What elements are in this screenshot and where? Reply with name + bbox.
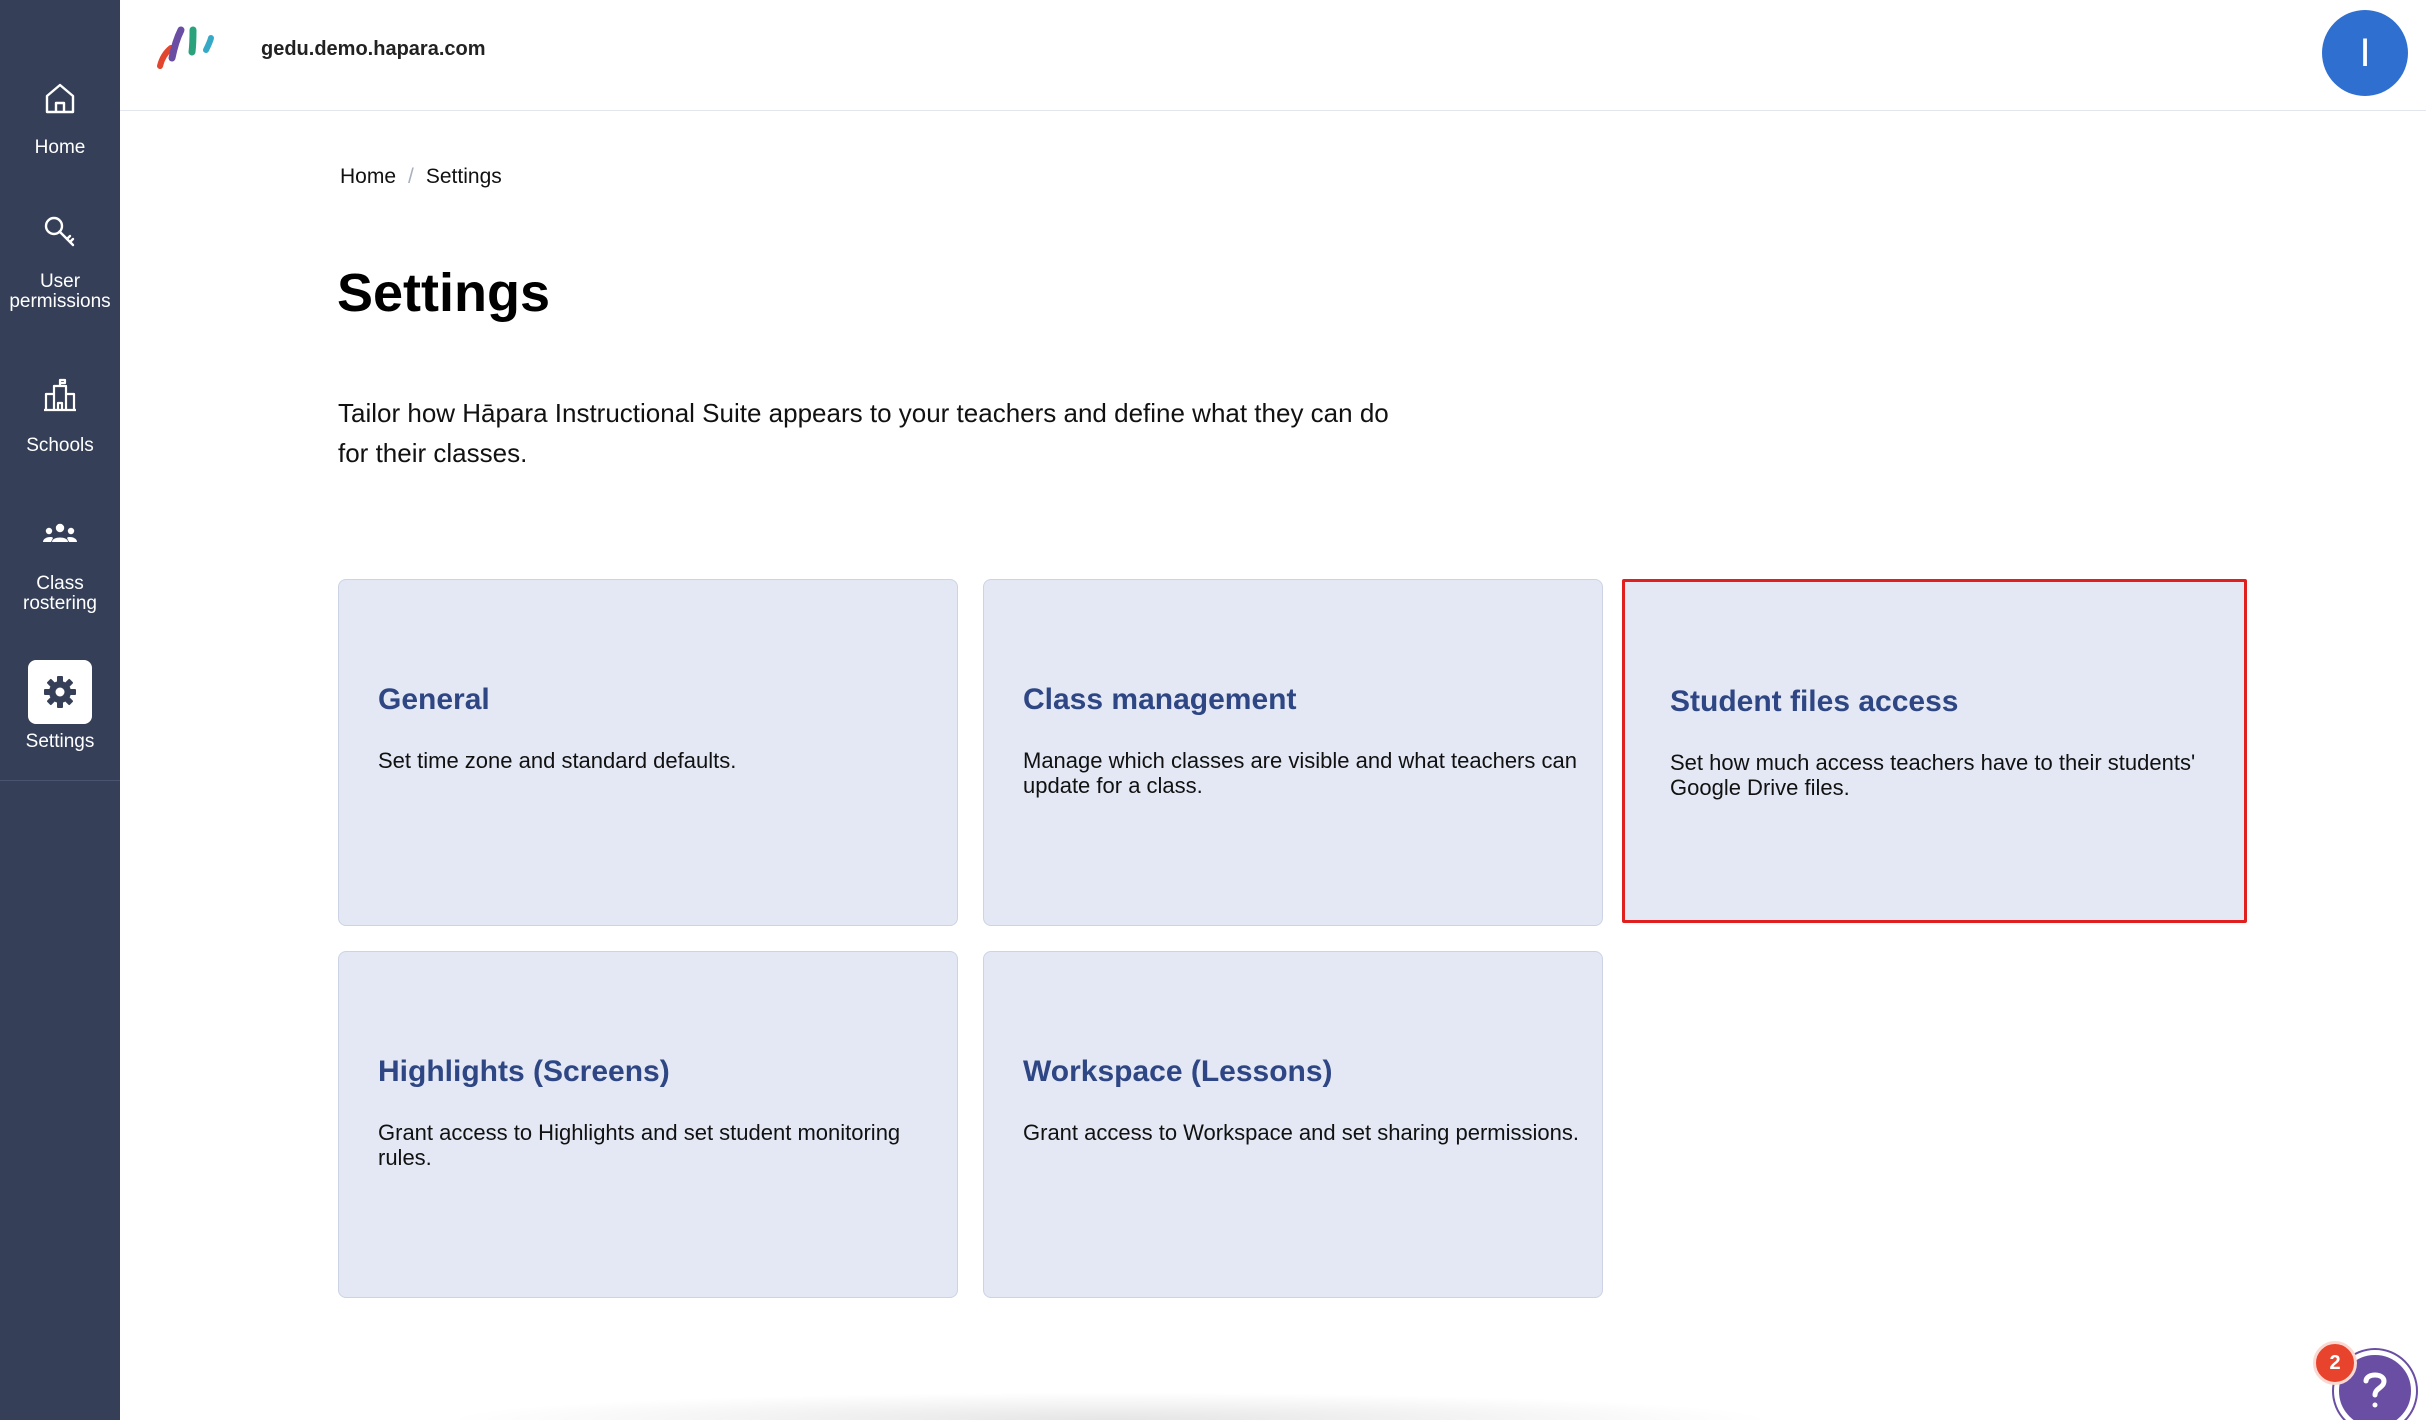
card-description: Manage which classes are visible and wha…: [1023, 748, 1577, 798]
sidebar-divider: [0, 780, 120, 781]
notification-badge: 2: [2313, 1341, 2357, 1385]
sidebar-item-user-permissions[interactable]: User permissions: [0, 200, 120, 350]
sidebar-item-label: Home: [34, 137, 86, 158]
sidebar-item-home[interactable]: Home: [0, 66, 120, 216]
card-description: Set how much access teachers have to the…: [1670, 750, 2196, 800]
people-icon: [28, 502, 92, 566]
card-title: Student files access: [1670, 685, 1959, 718]
sidebar-item-label: Class rostering: [23, 573, 97, 614]
sidebar-item-label: Schools: [26, 435, 94, 456]
gear-icon: [28, 660, 92, 724]
avatar[interactable]: I: [2322, 10, 2408, 96]
top-bar: gedu.demo.hapara.com I: [120, 0, 2426, 111]
breadcrumb-home-link[interactable]: Home: [340, 165, 396, 189]
key-icon: [28, 200, 92, 264]
home-icon: [28, 66, 92, 130]
hapara-logo[interactable]: [156, 24, 226, 70]
card-title: Highlights (Screens): [378, 1055, 670, 1088]
settings-card-highlights[interactable]: Highlights (Screens) Grant access to Hig…: [338, 951, 958, 1298]
card-description: Set time zone and standard defaults.: [378, 748, 737, 773]
sidebar-item-class-rostering[interactable]: Class rostering: [0, 502, 120, 652]
card-title: General: [378, 683, 490, 716]
breadcrumb-current: Settings: [425, 165, 502, 188]
card-description: Grant access to Workspace and set sharin…: [1023, 1120, 1579, 1145]
card-description: Grant access to Highlights and set stude…: [378, 1120, 901, 1170]
breadcrumb: Home / Settings: [340, 165, 502, 189]
card-title: Workspace (Lessons): [1023, 1055, 1333, 1088]
sidebar: Home User permissions Schools Class rost…: [0, 0, 120, 1420]
page-description: Tailor how Hāpara Instructional Suite ap…: [338, 398, 1389, 468]
school-icon: [28, 364, 92, 428]
card-title: Class management: [1023, 683, 1297, 716]
bottom-shadow: [440, 1392, 1780, 1420]
settings-card-workspace[interactable]: Workspace (Lessons) Grant access to Work…: [983, 951, 1603, 1298]
sidebar-item-settings[interactable]: Settings: [0, 660, 120, 810]
settings-card-class-management[interactable]: Class management Manage which classes ar…: [983, 579, 1603, 926]
settings-card-student-files-access[interactable]: Student files access Set how much access…: [1622, 579, 2247, 923]
sidebar-item-label: User permissions: [9, 271, 111, 312]
settings-card-general[interactable]: General Set time zone and standard defau…: [338, 579, 958, 926]
sidebar-item-schools[interactable]: Schools: [0, 364, 120, 514]
breadcrumb-separator: /: [408, 165, 414, 188]
page-title: Settings: [337, 263, 551, 323]
domain-label: gedu.demo.hapara.com: [261, 38, 486, 60]
app-root: Home User permissions Schools Class rost…: [0, 0, 2426, 1420]
sidebar-item-label: Settings: [25, 731, 95, 752]
